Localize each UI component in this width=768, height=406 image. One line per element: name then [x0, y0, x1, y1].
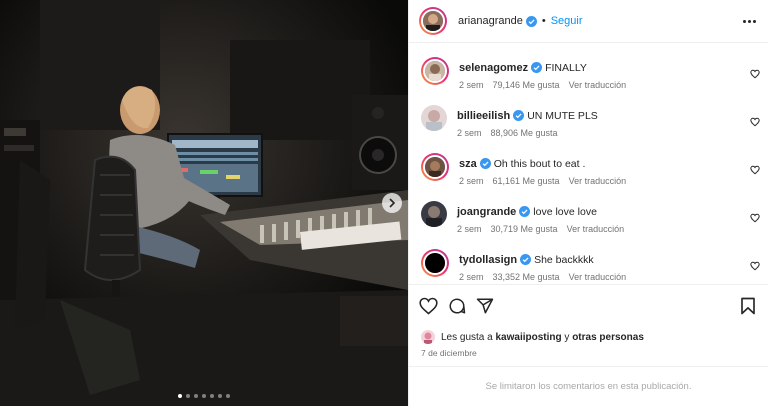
- verified-badge-icon: [531, 62, 543, 73]
- comment-likes[interactable]: 30,719 Me gusta: [491, 224, 558, 234]
- post-header: arianagrande • Seguir: [409, 0, 768, 43]
- carousel-indicator: [0, 394, 408, 398]
- comment-age: 2 sem: [457, 128, 482, 138]
- author-avatar[interactable]: [419, 7, 447, 35]
- post-sidebar: arianagrande • Seguir selenagomez FINALLY…: [408, 0, 768, 406]
- carousel-dot: [186, 394, 190, 398]
- carousel-dot: [210, 394, 214, 398]
- comment-age: 2 sem: [459, 80, 484, 90]
- carousel-dot: [202, 394, 206, 398]
- comments-limited-notice: Se limitaron los comentarios en esta pub…: [409, 366, 768, 406]
- verified-badge-icon: [479, 158, 491, 169]
- comment-username[interactable]: joangrande: [457, 206, 516, 218]
- verified-badge-icon: [525, 15, 537, 27]
- share-paper-plane-icon[interactable]: [476, 297, 494, 315]
- post-media[interactable]: [0, 0, 408, 406]
- liker-avatar: [421, 330, 435, 344]
- comment-avatar[interactable]: [421, 153, 449, 181]
- comment-likes[interactable]: 88,906 Me gusta: [491, 128, 558, 138]
- liked-by-others[interactable]: otras personas: [572, 332, 644, 343]
- comment-avatar[interactable]: [421, 201, 447, 227]
- translate-link[interactable]: Ver traducción: [569, 176, 627, 186]
- verified-badge-icon: [520, 254, 532, 265]
- more-options-icon[interactable]: [743, 19, 756, 23]
- like-comment-heart-icon[interactable]: [750, 213, 760, 223]
- like-comment-heart-icon[interactable]: [750, 117, 760, 127]
- like-heart-icon[interactable]: [419, 297, 438, 315]
- comment-bubble-icon[interactable]: [448, 297, 466, 315]
- comment-likes[interactable]: 79,146 Me gusta: [493, 80, 560, 90]
- next-slide-button[interactable]: [382, 193, 402, 213]
- liked-by-middle: y: [564, 331, 570, 343]
- liked-by-prefix: Les gusta a: [441, 331, 493, 343]
- follow-button[interactable]: Seguir: [551, 15, 583, 27]
- translate-link[interactable]: Ver traducción: [567, 224, 625, 234]
- comment-age: 2 sem: [459, 176, 484, 186]
- comment-username[interactable]: billieeilish: [457, 110, 510, 122]
- post-dialog: arianagrande • Seguir selenagomez FINALLY…: [0, 0, 768, 406]
- comment-item: joangrande love love love 2 sem 30,719 Me …: [409, 199, 768, 247]
- comment-age: 2 sem: [457, 224, 482, 234]
- comment-text: She backkkk: [534, 254, 594, 266]
- comment-text: UN MUTE PLS: [527, 110, 598, 122]
- comment-likes[interactable]: 61,161 Me gusta: [493, 176, 560, 186]
- comment-username[interactable]: tydollasign: [459, 254, 517, 266]
- comment-item: billieeilish UN MUTE PLS 2 sem 88,906 Me g…: [409, 103, 768, 151]
- comment-avatar[interactable]: [421, 57, 449, 85]
- like-comment-heart-icon[interactable]: [750, 69, 760, 79]
- liked-by-summary[interactable]: Les gusta a kawaiiposting y otras person…: [409, 326, 768, 348]
- liked-by-user[interactable]: kawaiiposting: [496, 332, 562, 343]
- like-comment-heart-icon[interactable]: [750, 165, 760, 175]
- carousel-dot: [218, 394, 222, 398]
- comment-text: FINALLY: [545, 62, 587, 74]
- carousel-dot: [194, 394, 198, 398]
- comment-avatar[interactable]: [421, 249, 449, 277]
- comment-text: love love love: [533, 206, 597, 218]
- comment-username[interactable]: selenagomez: [459, 62, 528, 74]
- comment-item: selenagomez FINALLY 2 sem 79,146 Me gusta V…: [409, 55, 768, 103]
- comment-text: Oh this bout to eat .: [493, 158, 586, 170]
- comment-avatar[interactable]: [421, 105, 447, 131]
- verified-badge-icon: [519, 206, 531, 217]
- studio-photo: [0, 0, 408, 406]
- translate-link[interactable]: Ver traducción: [569, 272, 627, 282]
- separator-dot: •: [541, 15, 546, 27]
- carousel-dot: [226, 394, 230, 398]
- like-comment-heart-icon[interactable]: [750, 261, 760, 271]
- post-date[interactable]: 7 de diciembre: [409, 348, 768, 366]
- chevron-right-icon: [389, 198, 396, 208]
- verified-badge-icon: [513, 110, 525, 121]
- comment-username[interactable]: sza: [459, 158, 477, 170]
- translate-link[interactable]: Ver traducción: [569, 80, 627, 90]
- comments-list[interactable]: selenagomez FINALLY 2 sem 79,146 Me gusta V…: [409, 43, 768, 284]
- bookmark-icon[interactable]: [740, 297, 756, 315]
- carousel-dot: [178, 394, 182, 398]
- comment-item: sza Oh this bout to eat . 2 sem 61,161 Me …: [409, 151, 768, 199]
- comment-item: tydollasign She backkkk 2 sem 33,352 Me gu…: [409, 247, 768, 284]
- post-actions-bar: [409, 284, 768, 326]
- comment-age: 2 sem: [459, 272, 484, 282]
- author-username[interactable]: arianagrande: [458, 15, 523, 27]
- comment-likes[interactable]: 33,352 Me gusta: [493, 272, 560, 282]
